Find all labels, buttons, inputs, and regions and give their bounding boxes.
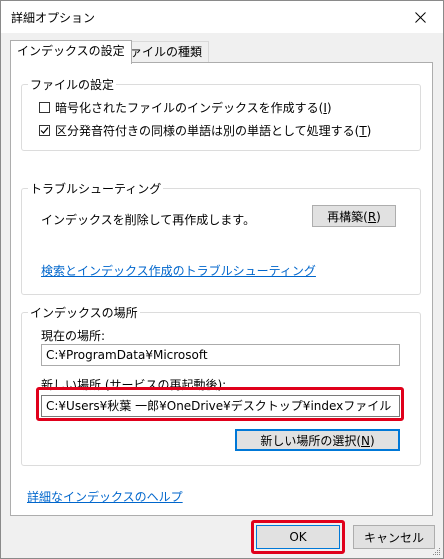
button-label: キャンセル xyxy=(363,530,424,545)
encrypt-checkbox-row[interactable]: 暗号化されたファイルのインデックスを作成する(I) xyxy=(39,99,332,116)
troubleshooting-link[interactable]: 検索とインデックス作成のトラブルシューティング xyxy=(41,262,316,279)
diacritic-checkbox[interactable] xyxy=(39,125,50,136)
advanced-help-link[interactable]: 詳細なインデックスのヘルプ xyxy=(27,488,183,505)
title-bar: 詳細オプション xyxy=(1,1,443,33)
new-location-label: 新しい場所 (サービスの再起動後): xyxy=(41,378,227,392)
group-title: トラブルシューティング xyxy=(28,180,164,197)
close-button[interactable] xyxy=(398,1,443,33)
checkmark-icon xyxy=(40,127,49,134)
encrypt-checkbox[interactable] xyxy=(39,102,50,113)
file-settings-group: ファイルの設定 暗号化されたファイルのインデックスを作成する(I) 区分発音符付… xyxy=(21,76,421,151)
window-title: 詳細オプション xyxy=(11,11,96,25)
group-title: ファイルの設定 xyxy=(28,76,117,93)
index-location-group: インデックスの場所 現在の場所: C:¥ProgramData¥Microsof… xyxy=(21,304,421,466)
button-label: 再構築(R) xyxy=(327,209,381,224)
tab-label: インデックスの設定 xyxy=(17,44,125,58)
new-location-field[interactable]: C:¥Users¥秋葉 一郎¥OneDrive¥デスクトップ¥indexファイル xyxy=(41,395,400,417)
current-location-label: 現在の場所: xyxy=(41,329,106,343)
checkbox-label: 区分発音符付きの同様の単語は別の単語として処理する(T) xyxy=(55,124,372,138)
advanced-options-dialog: 詳細オプション インデックスの設定 ファイルの種類 ファイルの設定 暗号化された… xyxy=(0,0,444,559)
select-new-location-button[interactable]: 新しい場所の選択(N) xyxy=(235,429,400,451)
diacritic-checkbox-row[interactable]: 区分発音符付きの同様の単語は別の単語として処理する(T) xyxy=(39,122,371,139)
close-icon xyxy=(415,11,426,23)
tab-panel: ファイルの設定 暗号化されたファイルのインデックスを作成する(I) 区分発音符付… xyxy=(10,62,433,516)
rebuild-description: インデックスを削除して再作成します。 xyxy=(41,213,256,227)
checkbox-label: 暗号化されたファイルのインデックスを作成する(I) xyxy=(55,101,332,115)
troubleshooting-group: トラブルシューティング インデックスを削除して再作成します。 再構築(R) 検索… xyxy=(21,180,421,295)
current-location-field: C:¥ProgramData¥Microsoft xyxy=(41,344,400,366)
rebuild-button[interactable]: 再構築(R) xyxy=(312,205,396,227)
cancel-button[interactable]: キャンセル xyxy=(353,525,435,549)
group-title: インデックスの場所 xyxy=(28,304,140,321)
resize-grip-icon[interactable] xyxy=(431,546,441,556)
ok-button[interactable]: OK xyxy=(256,525,340,549)
button-label: OK xyxy=(289,530,307,544)
tab-index-settings[interactable]: インデックスの設定 xyxy=(10,40,132,64)
button-label: 新しい場所の選択(N) xyxy=(260,433,375,448)
